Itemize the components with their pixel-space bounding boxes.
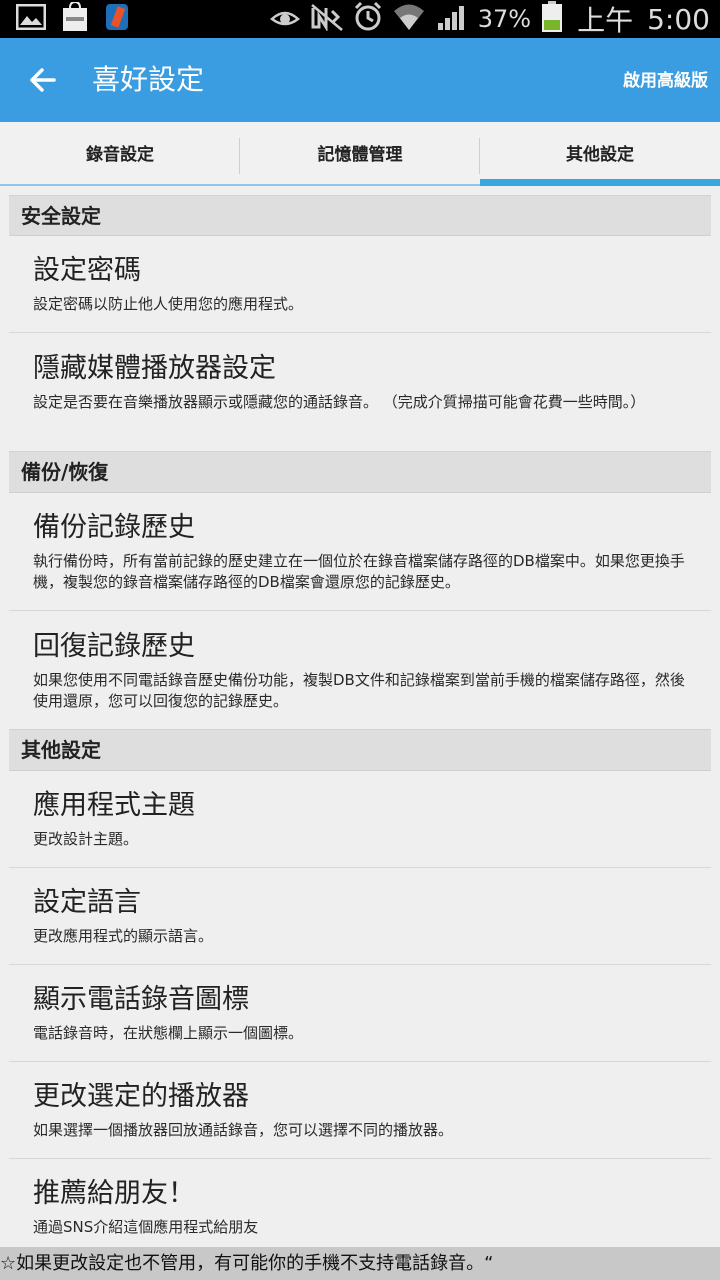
- pref-app-theme[interactable]: 應用程式主題 更改設計主題。: [9, 789, 711, 850]
- wifi-icon: [392, 2, 426, 36]
- footer-notice: ☆如果更改設定也不管用，有可能你的手機不支持電話錄音。“: [0, 1247, 720, 1280]
- divider: [9, 1158, 711, 1159]
- gallery-icon: [15, 3, 47, 34]
- pref-show-recording-icon[interactable]: 顯示電話錄音圖標 電話錄音時，在狀態欄上顯示一個圖標。: [9, 983, 711, 1044]
- battery-icon: [541, 1, 563, 37]
- status-bar: 37% 上午 5:00: [0, 0, 720, 38]
- tab-other-settings[interactable]: 其他設定: [480, 122, 720, 186]
- pref-summary: 通過SNS介紹這個應用程式給朋友: [33, 1218, 259, 1236]
- pref-title: 推薦給朋友！: [33, 1178, 195, 1209]
- divider: [9, 332, 711, 333]
- pref-title: 備份記錄歷史: [33, 512, 195, 543]
- pref-backup-history[interactable]: 備份記錄歷史 執行備份時，所有當前記錄的歷史建立在一個位於在錄音檔案儲存路徑的D…: [9, 511, 711, 593]
- upgrade-button[interactable]: 啟用高級版: [623, 66, 708, 96]
- section-header-other: 其他設定: [9, 729, 711, 771]
- mute-icon: [310, 3, 344, 35]
- pref-summary: 更改設計主題。: [33, 830, 139, 848]
- tab-bar: 錄音設定 記憶體管理 其他設定: [0, 122, 720, 186]
- tab-memory-management[interactable]: 記憶體管理: [240, 122, 480, 186]
- pref-set-language[interactable]: 設定語言 更改應用程式的顯示語言。: [9, 886, 711, 947]
- eye-icon: [269, 5, 300, 33]
- pref-set-password[interactable]: 設定密碼 設定密碼以防止他人使用您的應用程式。: [9, 254, 711, 315]
- pref-title: 顯示電話錄音圖標: [33, 984, 249, 1015]
- status-time: 5:00: [647, 2, 710, 36]
- divider: [9, 1061, 711, 1062]
- tab-underline: [240, 184, 480, 186]
- tab-label: 錄音設定: [86, 145, 154, 165]
- galaxy-bag-icon: [62, 0, 88, 36]
- app-bar: 喜好設定 啟用高級版: [0, 38, 720, 122]
- tab-active-indicator: [480, 179, 720, 186]
- pref-summary: 更改應用程式的顯示語言。: [33, 927, 214, 945]
- divider: [9, 610, 711, 611]
- pref-title: 應用程式主題: [33, 790, 195, 821]
- tab-underline: [0, 184, 240, 186]
- pref-recommend-friends[interactable]: 推薦給朋友！ 通過SNS介紹這個應用程式給朋友: [9, 1177, 711, 1238]
- pref-restore-history[interactable]: 回復記錄歷史 如果您使用不同電話錄音歷史備份功能，複製DB文件和記錄檔案到當前手…: [9, 630, 711, 712]
- pref-title: 設定語言: [33, 887, 141, 918]
- pref-summary: 執行備份時，所有當前記錄的歷史建立在一個位於在錄音檔案儲存路徑的DB檔案中。如果…: [33, 552, 685, 591]
- back-arrow-icon[interactable]: [26, 60, 66, 100]
- page-title: 喜好設定: [92, 63, 205, 96]
- battery-percent: 37%: [477, 5, 532, 33]
- pref-summary: 如果選擇一個播放器回放通話錄音，您可以選擇不同的播放器。: [33, 1121, 454, 1139]
- section-header-security: 安全設定: [9, 195, 711, 236]
- tab-recording-settings[interactable]: 錄音設定: [0, 122, 240, 186]
- pref-title: 設定密碼: [33, 255, 141, 286]
- tab-label: 記憶體管理: [317, 145, 403, 165]
- pref-change-player[interactable]: 更改選定的播放器 如果選擇一個播放器回放通話錄音，您可以選擇不同的播放器。: [9, 1080, 711, 1141]
- divider: [9, 964, 711, 965]
- pref-hide-media-player[interactable]: 隱藏媒體播放器設定 設定是否要在音樂播放器顯示或隱藏您的通話錄音。 （完成介質掃…: [9, 352, 711, 413]
- alarm-icon: [354, 1, 382, 36]
- section-header-backup: 備份/恢復: [9, 451, 711, 493]
- divider: [9, 867, 711, 868]
- pref-title: 隱藏媒體播放器設定: [33, 353, 276, 384]
- signal-icon: [436, 3, 468, 35]
- pref-title: 回復記錄歷史: [33, 631, 195, 662]
- status-ampm: 上午: [577, 4, 634, 37]
- pref-summary: 設定密碼以防止他人使用您的應用程式。: [33, 295, 304, 313]
- pref-title: 更改選定的播放器: [33, 1081, 249, 1112]
- app-icon: [104, 2, 130, 36]
- pref-summary: 如果您使用不同電話錄音歷史備份功能，複製DB文件和記錄檔案到當前手機的檔案儲存路…: [33, 671, 685, 710]
- pref-summary: 電話錄音時，在狀態欄上顯示一個圖標。: [33, 1024, 304, 1042]
- pref-summary: 設定是否要在音樂播放器顯示或隱藏您的通話錄音。 （完成介質掃描可能會花費一些時間…: [33, 393, 646, 411]
- tab-label: 其他設定: [566, 145, 634, 165]
